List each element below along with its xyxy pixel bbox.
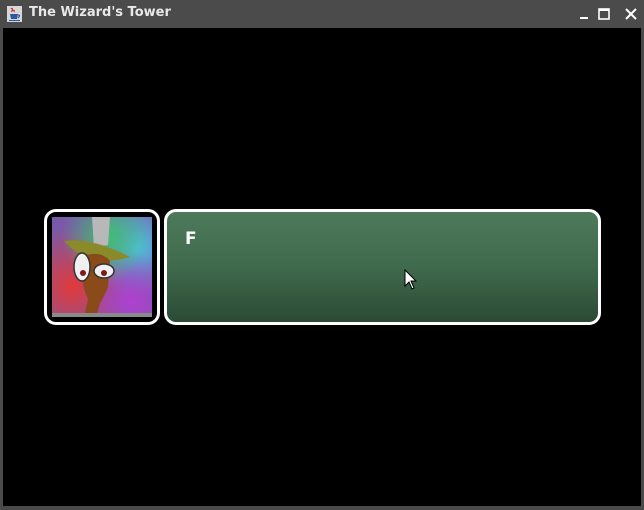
dialog-text: F (185, 229, 197, 249)
maximize-icon[interactable] (596, 6, 612, 22)
portrait-frame (44, 209, 160, 325)
java-cup-icon (7, 6, 22, 22)
window-title: The Wizard's Tower (29, 5, 171, 20)
minimize-icon[interactable] (576, 6, 592, 22)
title-bar[interactable]: The Wizard's Tower (0, 0, 644, 28)
app-window: The Wizard's Tower F (0, 0, 644, 510)
close-icon[interactable] (623, 6, 639, 22)
dialog-box[interactable]: F (164, 209, 601, 325)
wizard-portrait (52, 217, 152, 317)
mouse-cursor-icon (404, 269, 418, 290)
